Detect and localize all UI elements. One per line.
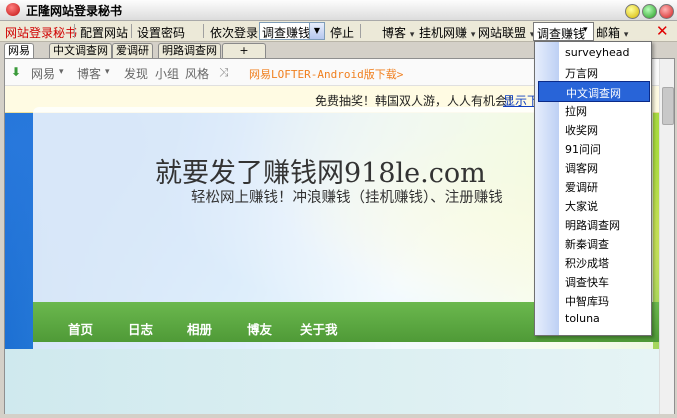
menu-item-shoujiang[interactable]: 收奖网	[538, 119, 648, 138]
menu-item-aidiaoyan[interactable]: 爱调研	[538, 176, 648, 195]
menu-item-label: surveyhead	[565, 46, 630, 59]
menu-blog[interactable]: 博客 ▾	[382, 24, 414, 41]
menu-item-zhongwen-survey[interactable]: 中文调查网	[538, 81, 650, 102]
menu-item-toluna[interactable]: toluna	[538, 309, 648, 328]
blog-nav-album[interactable]: 相册	[187, 319, 212, 338]
menu-site-union-label: 网站联盟	[478, 26, 527, 40]
menu-item-surveyhead[interactable]: surveyhead	[538, 43, 648, 62]
nav-style[interactable]: 风格	[185, 65, 209, 82]
app-heart-icon	[6, 3, 20, 16]
nav-blog[interactable]: 博客	[77, 65, 101, 82]
menu-item-label: 积沙成塔	[565, 257, 609, 270]
blog-nav-log[interactable]: 日志	[128, 319, 153, 338]
nav-netease[interactable]: 网易	[31, 65, 55, 82]
site-title: 就要发了赚钱网918le.com	[155, 158, 486, 189]
tab-netease[interactable]: 网易	[4, 43, 34, 58]
nav-discover[interactable]: 发现	[124, 65, 148, 82]
chevron-down-icon: ▾	[470, 30, 476, 40]
menu-blog-label: 博客	[382, 26, 407, 40]
separator	[74, 24, 75, 38]
menu-hangup-earn[interactable]: 挂机网赚 ▾	[419, 24, 475, 41]
maximize-button[interactable]	[642, 4, 657, 19]
menu-item-label: 拉网	[565, 105, 587, 118]
chevron-down-icon: ▾	[583, 25, 588, 35]
menu-item-label: 中文调查网	[566, 87, 621, 100]
app-name-button[interactable]: 网站登录秘书	[5, 24, 77, 41]
chevron-down-icon: ▾	[409, 30, 415, 40]
menu-survey-earn-label: 调查赚钱	[537, 27, 586, 41]
chevron-down-icon[interactable]: ▾	[105, 67, 110, 77]
toolbar: 网站登录秘书 配置网站 设置密码 依次登录 调查赚钱 ▼ 停止 博客 ▾ 挂机网…	[0, 21, 677, 42]
menu-item-label: 大家说	[565, 200, 598, 213]
blog-nav-about[interactable]: 关于我	[300, 319, 338, 338]
menu-item-xinqin-survey[interactable]: 新秦调查	[538, 233, 648, 252]
config-site-button[interactable]: 配置网站	[80, 24, 128, 41]
menu-item-label: 万言网	[565, 67, 598, 80]
download-arrow-icon[interactable]: ⬇	[11, 65, 21, 79]
menu-item-label: 中智库玛	[565, 295, 609, 308]
menu-item-survey-express[interactable]: 调查快车	[538, 271, 648, 290]
menu-survey-earn[interactable]: 调查赚钱 ▾	[533, 22, 594, 41]
menu-item-label: 收奖网	[565, 124, 598, 137]
close-tab-icon[interactable]: ✕	[656, 22, 669, 40]
menu-mailbox-label: 邮箱	[596, 26, 621, 40]
window-title: 正隆网站登录秘书	[26, 4, 123, 18]
separator	[131, 24, 132, 38]
menu-item-wanyan[interactable]: 万言网	[538, 62, 648, 81]
menu-item-jishachengta[interactable]: 积沙成塔	[538, 252, 648, 271]
menu-item-label: 爱调研	[565, 181, 598, 194]
menu-item-zhongzhi-kuma[interactable]: 中智库玛	[538, 290, 648, 309]
menu-item-dajiashuo[interactable]: 大家说	[538, 195, 648, 214]
window-bottom-border	[0, 414, 677, 418]
scrollbar-thumb[interactable]	[662, 87, 674, 125]
menu-item-91wenwen[interactable]: 91问问	[538, 138, 648, 157]
blog-nav-home[interactable]: 首页	[68, 319, 93, 338]
new-tab-button[interactable]: +	[222, 43, 266, 58]
nav-group[interactable]: 小组	[155, 65, 179, 82]
site-subtitle: 轻松网上赚钱！冲浪赚钱（挂机赚钱）、注册赚钱	[191, 190, 503, 206]
hero-footer-band	[5, 349, 660, 415]
menu-mailbox[interactable]: 邮箱 ▾	[596, 24, 628, 41]
chevron-down-icon[interactable]: ▼	[309, 23, 324, 39]
menu-item-label: 明路调查网	[565, 219, 620, 232]
menu-item-label: 调客网	[565, 162, 598, 175]
window-close-button[interactable]	[659, 4, 674, 19]
category-select-value: 调查赚钱	[262, 26, 311, 40]
menu-item-minglu-survey[interactable]: 明路调查网	[538, 214, 648, 233]
menu-item-diaoke[interactable]: 调客网	[538, 157, 648, 176]
menu-item-label: 调查快车	[565, 276, 609, 289]
tab-zhongwen-survey[interactable]: 中文调查网	[49, 43, 112, 58]
tab-aidiaoyan[interactable]: 爱调研	[112, 43, 153, 58]
menu-item-label: 新秦调查	[565, 238, 609, 251]
stop-button[interactable]: 停止	[330, 24, 354, 41]
chevron-down-icon[interactable]: ▾	[59, 67, 64, 77]
set-password-button[interactable]: 设置密码	[137, 24, 185, 41]
separator	[203, 24, 204, 38]
menu-site-union[interactable]: 网站联盟 ▾	[478, 24, 534, 41]
tab-minglu-survey[interactable]: 明路调查网	[158, 43, 221, 58]
shuffle-icon[interactable]: ⤨	[219, 65, 229, 80]
menu-item-label: toluna	[565, 312, 600, 325]
blog-nav-friends[interactable]: 博友	[247, 319, 272, 338]
category-select[interactable]: 调查赚钱 ▼	[259, 22, 325, 40]
menu-item-lawang[interactable]: 拉网	[538, 100, 648, 119]
sequential-login-button[interactable]: 依次登录	[210, 24, 258, 41]
title-bar: 正隆网站登录秘书	[0, 0, 677, 21]
vertical-scrollbar[interactable]	[659, 59, 674, 415]
menu-item-label: 91问问	[565, 143, 601, 156]
minimize-button[interactable]	[625, 4, 640, 19]
lofter-download-link[interactable]: 网易LOFTER-Android版下载>	[249, 66, 403, 82]
chevron-down-icon: ▾	[623, 30, 629, 40]
separator	[360, 24, 361, 38]
menu-hangup-earn-label: 挂机网赚	[419, 26, 468, 40]
survey-dropdown-menu: surveyhead 万言网 中文调查网 拉网 收奖网 91问问 调客网 爱调研…	[534, 41, 652, 336]
